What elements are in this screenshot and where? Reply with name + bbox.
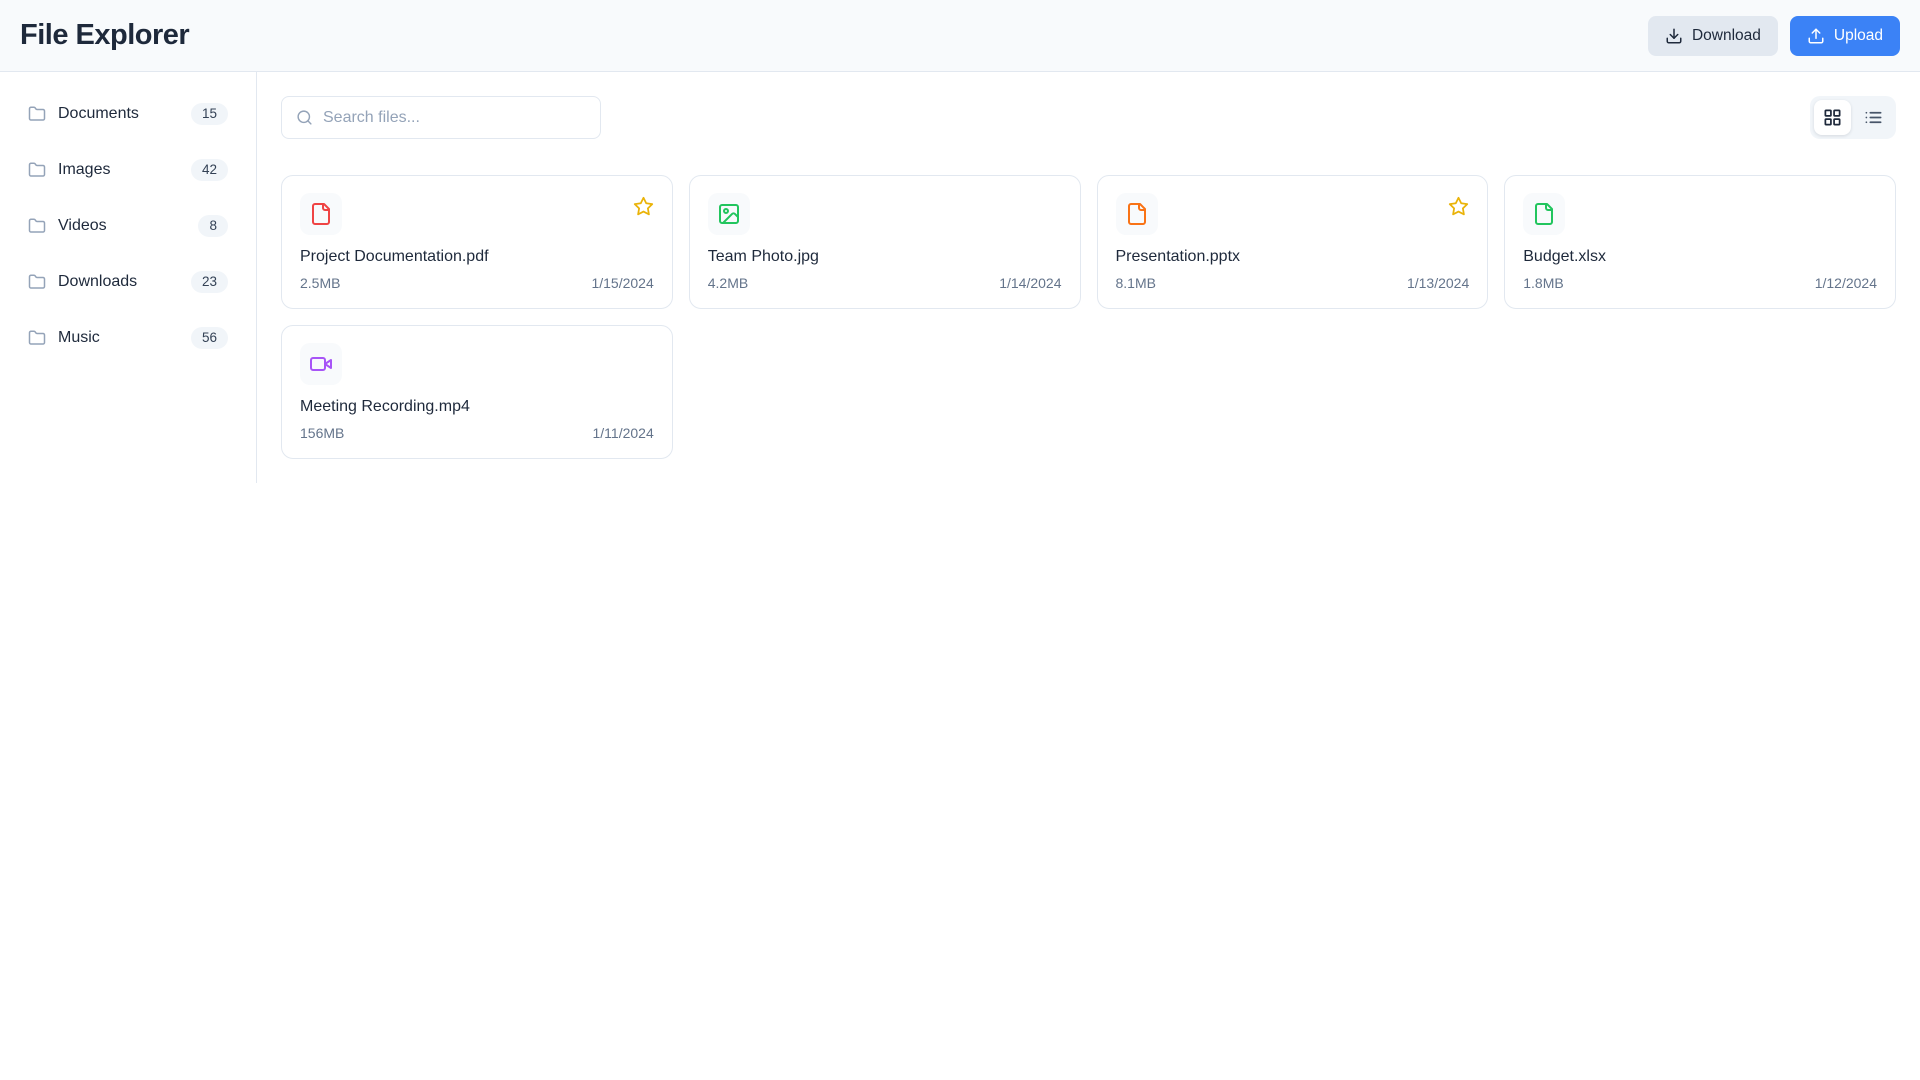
file-date: 1/12/2024 <box>1814 275 1877 291</box>
file-icon-tile <box>300 343 342 385</box>
toolbar <box>281 96 1896 139</box>
file-card-top <box>300 343 654 385</box>
sidebar-folder-item[interactable]: Music 56 <box>16 314 240 362</box>
file-meta: 8.1MB 1/13/2024 <box>1116 275 1470 291</box>
sidebar-folder-item[interactable]: Documents 15 <box>16 90 240 138</box>
sidebar: Documents 15 Images 42 Videos 8 Download… <box>0 72 257 483</box>
file-size: 2.5MB <box>300 275 341 291</box>
file-card[interactable]: Team Photo.jpg 4.2MB 1/14/2024 <box>688 175 1081 309</box>
grid-view-button[interactable] <box>1814 100 1851 135</box>
search-input[interactable] <box>323 108 586 127</box>
list-view-icon <box>1864 108 1883 127</box>
file-size: 156MB <box>300 425 345 441</box>
file-icon <box>309 202 333 226</box>
file-icon <box>1532 202 1556 226</box>
upload-icon <box>1807 27 1825 45</box>
download-button[interactable]: Download <box>1647 15 1778 56</box>
sidebar-folder-label: Music <box>58 329 100 346</box>
folder-icon <box>28 161 46 179</box>
sidebar-folder-count-badge: 56 <box>190 327 228 349</box>
file-card-top <box>707 193 1062 235</box>
sidebar-folder-count-badge: 15 <box>190 103 228 125</box>
file-meta: 4.2MB 1/14/2024 <box>708 275 1062 291</box>
file-card-top <box>300 193 654 235</box>
upload-button-label: Upload <box>1833 26 1883 44</box>
main-content: Project Documentation.pdf 2.5MB 1/15/202… <box>257 72 1920 483</box>
file-card[interactable]: Presentation.pptx 8.1MB 1/13/2024 <box>1096 175 1489 309</box>
header-actions: Download Upload <box>1647 15 1900 56</box>
file-size: 1.8MB <box>1523 275 1564 291</box>
file-meta: 1.8MB 1/12/2024 <box>1523 275 1877 291</box>
file-icon-tile <box>1115 193 1158 235</box>
file-icon-tile <box>300 193 342 235</box>
file-card-top <box>1523 193 1877 235</box>
file-date: 1/13/2024 <box>1406 275 1470 291</box>
sidebar-folder-count-badge: 23 <box>190 271 228 293</box>
file-name: Project Documentation.pdf <box>300 248 489 265</box>
file-name: Budget.xlsx <box>1523 248 1606 265</box>
layout: Documents 15 Images 42 Videos 8 Download… <box>0 72 1920 483</box>
star-icon[interactable] <box>1448 193 1469 217</box>
file-grid: Project Documentation.pdf 2.5MB 1/15/202… <box>281 175 1896 459</box>
list-view-button[interactable] <box>1855 100 1892 135</box>
folder-icon <box>28 105 46 123</box>
file-date: 1/15/2024 <box>591 275 654 291</box>
file-date: 1/14/2024 <box>999 275 1062 291</box>
folder-icon <box>28 217 46 235</box>
view-toggle <box>1810 96 1896 139</box>
sidebar-folder-item[interactable]: Images 42 <box>16 146 240 194</box>
sidebar-folder-label: Downloads <box>58 273 138 290</box>
sidebar-folder-count-badge: 8 <box>198 215 228 237</box>
file-meta: 2.5MB 1/15/2024 <box>300 275 654 291</box>
file-date: 1/11/2024 <box>592 425 654 441</box>
sidebar-folder-label: Images <box>58 161 111 178</box>
file-card[interactable]: Budget.xlsx 1.8MB 1/12/2024 <box>1504 175 1896 309</box>
file-size: 4.2MB <box>707 275 749 291</box>
folder-icon <box>28 273 46 291</box>
sidebar-folder-count-badge: 42 <box>190 159 228 181</box>
search-icon <box>296 109 313 126</box>
download-icon <box>1665 27 1683 45</box>
app-header: File Explorer Download Upload <box>0 0 1920 72</box>
file-icon <box>1125 202 1149 226</box>
sidebar-folder-item[interactable]: Downloads 23 <box>16 258 240 306</box>
grid-view-icon <box>1823 108 1842 127</box>
file-meta: 156MB 1/11/2024 <box>300 425 654 441</box>
page-title: File Explorer <box>20 19 190 51</box>
sidebar-folder-label: Videos <box>58 217 107 234</box>
upload-button[interactable]: Upload <box>1789 15 1900 56</box>
star-icon[interactable] <box>633 193 654 217</box>
file-name: Team Photo.jpg <box>707 248 819 265</box>
sidebar-folder-item[interactable]: Videos 8 <box>16 202 240 250</box>
file-size: 8.1MB <box>1115 275 1156 291</box>
search-box <box>281 96 601 139</box>
file-name: Presentation.pptx <box>1115 248 1241 265</box>
video-camera-icon <box>309 352 333 376</box>
file-card-top <box>1115 193 1470 235</box>
sidebar-folder-label: Documents <box>58 105 139 122</box>
file-icon-tile <box>1523 193 1566 235</box>
file-icon-tile <box>707 193 750 235</box>
file-card[interactable]: Meeting Recording.mp4 156MB 1/11/2024 <box>281 325 673 459</box>
image-icon <box>717 202 741 226</box>
file-card[interactable]: Project Documentation.pdf 2.5MB 1/15/202… <box>281 175 673 309</box>
download-button-label: Download <box>1691 26 1761 44</box>
folder-icon <box>28 329 46 347</box>
file-name: Meeting Recording.mp4 <box>300 398 470 415</box>
